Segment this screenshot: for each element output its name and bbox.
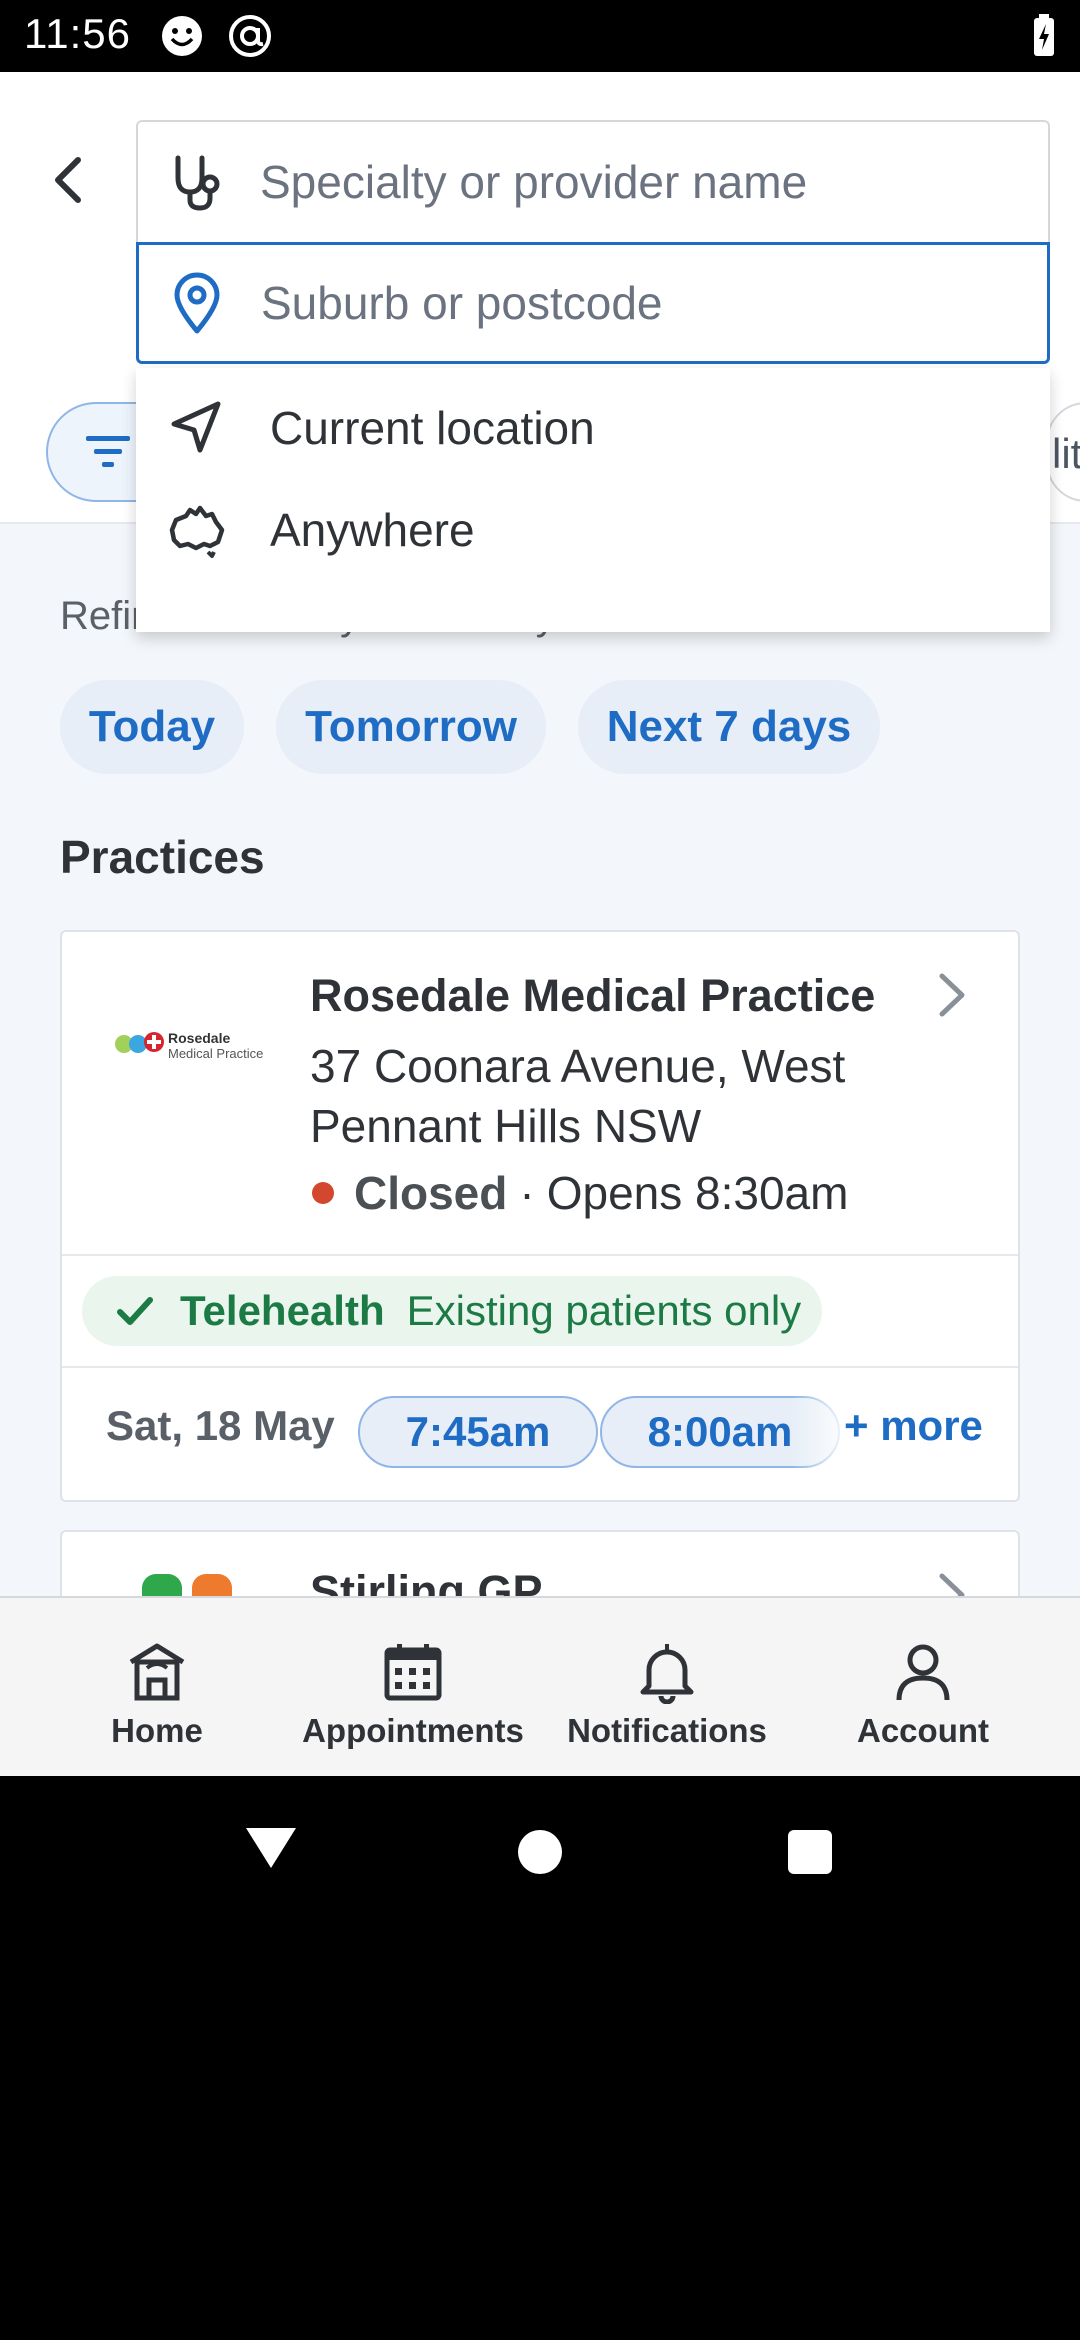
telehealth-badge: Telehealth Existing patients only (82, 1276, 822, 1346)
bottom-navigation: Home Appointments Notifications Account (0, 1596, 1080, 1776)
svg-text:Medical Practice: Medical Practice (168, 1046, 263, 1061)
dropdown-item-current-location[interactable]: Current location (136, 378, 1050, 478)
bell-icon (640, 1644, 694, 1704)
specialty-search-input[interactable]: Specialty or provider name (136, 120, 1050, 242)
dropdown-label: Anywhere (270, 504, 475, 556)
nav-label: Home (111, 1712, 203, 1749)
chevron-left-icon (55, 157, 81, 203)
nav-notifications[interactable]: Notifications (532, 1598, 802, 1776)
practices-heading: Practices (60, 831, 265, 883)
calendar-icon (384, 1644, 442, 1701)
slot-fade-overlay (792, 1392, 852, 1472)
check-icon (117, 1297, 153, 1325)
status-closed-label: Closed (354, 1167, 508, 1219)
system-recents-icon[interactable] (788, 1830, 832, 1874)
location-suggestions-dropdown: Current location Anywhere (136, 368, 1050, 632)
nav-appointments[interactable]: Appointments (278, 1598, 548, 1776)
practice-name: Rosedale Medical Practice (310, 970, 876, 1021)
practice-card[interactable]: Rosedale Medical Practice Rosedale Medic… (60, 930, 1020, 1502)
practice-status: Closed · Opens 8:30am (310, 1166, 848, 1220)
home-icon (129, 1643, 185, 1701)
chevron-right-icon (939, 973, 965, 1017)
specialty-placeholder: Specialty or provider name (260, 156, 808, 208)
svg-text:Rosedale: Rosedale (168, 1030, 230, 1046)
divider (62, 1366, 1018, 1368)
filter-chip-clipped[interactable]: lit (1046, 402, 1080, 502)
system-home-icon[interactable] (518, 1830, 562, 1874)
location-placeholder: Suburb or postcode (261, 277, 663, 329)
map-pin-icon (174, 272, 220, 334)
system-back-icon[interactable] (244, 1826, 298, 1870)
nav-label: Notifications (567, 1712, 767, 1749)
nav-account[interactable]: Account (788, 1598, 1058, 1776)
dropdown-label: Current location (270, 402, 595, 454)
practice-logo: Rosedale Medical Practice (115, 1030, 263, 1061)
time-slot-button[interactable]: 7:45am (358, 1396, 598, 1468)
location-search-input[interactable]: Suburb or postcode (136, 242, 1050, 364)
system-navigation-bar (0, 1776, 1080, 1916)
status-separator: · (519, 1167, 535, 1219)
dropdown-item-anywhere[interactable]: Anywhere (136, 480, 1050, 580)
nav-label: Account (857, 1712, 989, 1749)
status-bar: 11:56 (0, 0, 1080, 72)
battery-charging-icon (1034, 14, 1054, 56)
appointment-date: Sat, 18 May (106, 1402, 335, 1449)
practice-address: 37 Coonara Avenue, West Pennant Hills NS… (310, 1040, 846, 1152)
telehealth-note: Existing patients only (406, 1287, 802, 1334)
closed-status-dot-icon (312, 1182, 334, 1204)
back-button[interactable] (40, 142, 96, 218)
person-icon (896, 1644, 950, 1701)
navigation-arrow-icon (171, 401, 221, 453)
availability-chip-tomorrow[interactable]: Tomorrow (276, 680, 546, 774)
smiley-notification-icon (162, 16, 202, 56)
nav-label: Appointments (302, 1712, 524, 1749)
stethoscope-icon (175, 155, 220, 211)
telehealth-label: Telehealth (180, 1287, 385, 1334)
at-sign-notification-icon (229, 15, 271, 57)
opening-time: Opens 8:30am (546, 1167, 849, 1219)
app-content: lit Specialty or provider name Suburb or… (0, 72, 1080, 1776)
australia-map-icon (169, 505, 225, 558)
phone-screen: 11:56 lit Specialty or provider name Sub… (0, 0, 1080, 2340)
filter-icon (86, 436, 130, 467)
divider (62, 1254, 1018, 1256)
status-time: 11:56 (24, 10, 131, 57)
availability-chip-today[interactable]: Today (60, 680, 244, 774)
more-slots-link[interactable]: + more (844, 1402, 983, 1450)
nav-home[interactable]: Home (22, 1598, 292, 1776)
availability-chip-next-7-days[interactable]: Next 7 days (578, 680, 880, 774)
